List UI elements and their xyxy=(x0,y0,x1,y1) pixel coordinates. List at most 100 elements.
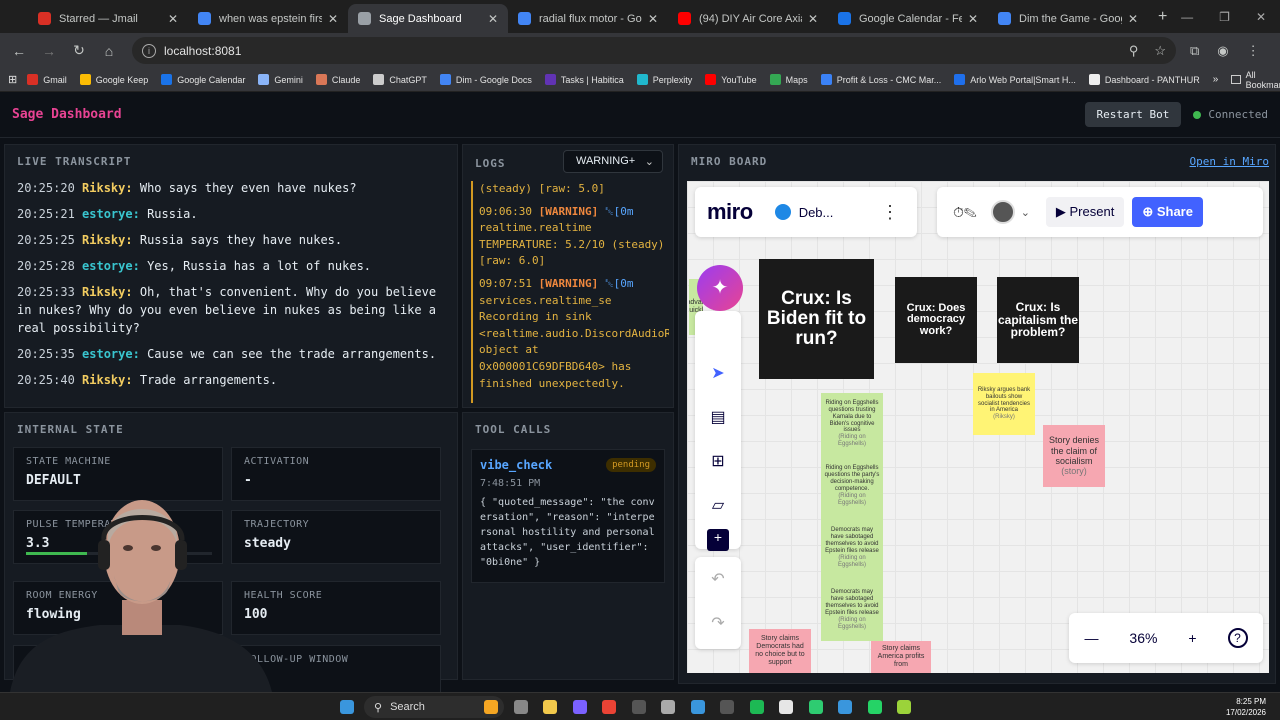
sticky-note[interactable]: Democrats may have sabotaged themselves … xyxy=(821,579,883,641)
close-tab-icon[interactable]: ✕ xyxy=(648,12,658,26)
help-icon[interactable]: ? xyxy=(1227,628,1248,648)
frame-icon[interactable]: ⊞ xyxy=(707,451,729,473)
sticky-note[interactable]: Riding on Eggshells questions trusting K… xyxy=(821,393,883,455)
templates-icon[interactable]: ▤ xyxy=(707,407,729,429)
bookmark-star-icon[interactable]: ☆ xyxy=(1154,43,1166,59)
teams-icon[interactable] xyxy=(572,700,587,714)
bookmark-item[interactable]: Dim - Google Docs xyxy=(439,74,532,85)
start-icon[interactable] xyxy=(340,700,354,714)
browser-tab[interactable]: Google Calendar - Februar ✕ xyxy=(828,4,988,33)
sticky-note[interactable]: Story denies the claim of socialism (stor… xyxy=(1043,425,1105,487)
chevron-down-icon[interactable]: ⌄ xyxy=(1021,206,1030,219)
restart-bot-button[interactable]: Restart Bot xyxy=(1084,102,1182,127)
sticky-note[interactable]: Riksky argues bank bailouts show sociali… xyxy=(973,373,1035,435)
app-icon[interactable] xyxy=(484,700,498,714)
sticky-note[interactable]: Democrats may have sabotaged themselves … xyxy=(821,517,883,579)
transcript-time: 20:25:20 xyxy=(17,181,75,195)
bookmark-item[interactable]: Dashboard - PANTHUR xyxy=(1088,74,1200,85)
bookmark-item[interactable]: Perplexity xyxy=(636,74,692,85)
new-tab-button[interactable]: + xyxy=(1148,8,1177,26)
minimize-icon[interactable]: — xyxy=(1181,10,1193,24)
bookmark-item[interactable]: ChatGPT xyxy=(373,74,427,85)
browser-tab[interactable]: (94) DIY Air Core Axial Flux ✕ xyxy=(668,4,828,33)
profile-icon[interactable]: ◉ xyxy=(1217,43,1228,59)
transcript-line: 20:25:25 Riksky: Russia says they have n… xyxy=(17,231,443,249)
bookmark-item[interactable]: YouTube xyxy=(705,74,757,85)
miro-frame[interactable]: Crux: Is capitalism the problem? xyxy=(997,277,1079,363)
bookmark-item[interactable]: Maps xyxy=(769,74,808,85)
taskbar-search[interactable]: ⚲ Search xyxy=(364,696,504,718)
app-icon[interactable] xyxy=(838,700,852,714)
reload-icon[interactable]: ↻ xyxy=(64,42,94,59)
browser-tab[interactable]: Sage Dashboard ✕ xyxy=(348,4,508,33)
extensions-icon[interactable]: ⧉ xyxy=(1190,43,1199,59)
miro-frame[interactable]: Crux: Is Biden fit to run? xyxy=(759,259,874,379)
zoom-out-icon[interactable]: — xyxy=(1084,630,1098,646)
close-tab-icon[interactable]: ✕ xyxy=(968,12,978,26)
site-info-icon[interactable]: i xyxy=(142,43,156,58)
bookmark-item[interactable]: Gmail xyxy=(27,74,67,85)
whatsapp-icon[interactable] xyxy=(867,700,882,714)
ai-sparkle-icon[interactable]: ✦ xyxy=(697,265,743,311)
app-icon[interactable] xyxy=(897,700,911,714)
zoom-in-icon[interactable]: + xyxy=(1188,630,1196,646)
steam-icon[interactable] xyxy=(631,700,646,714)
app-icon[interactable] xyxy=(808,700,823,714)
miro-canvas[interactable]: miro Deb... ⋮ ⏱✎ ⌄ ▶ Present ⊕ Share Cru… xyxy=(687,181,1269,673)
bookmark-item[interactable]: Arlo Web Portal|Smart H... xyxy=(954,74,1076,85)
chrome-icon[interactable] xyxy=(602,700,616,714)
select-cursor-icon[interactable]: ➤ xyxy=(707,363,729,385)
bookmark-item[interactable]: Claude xyxy=(315,74,360,85)
menu-icon[interactable]: ⋮ xyxy=(1247,43,1260,59)
maximize-icon[interactable]: ❐ xyxy=(1219,10,1230,24)
taskbar-clock[interactable]: 8:25 PM 17/02/2026 xyxy=(1226,696,1266,718)
app-icon[interactable] xyxy=(779,700,793,714)
add-icon[interactable]: + xyxy=(707,529,729,551)
open-in-miro-link[interactable]: Open in Miro xyxy=(1190,155,1269,168)
bookmark-item[interactable]: Profit & Loss - CMC Mar... xyxy=(820,74,941,85)
log-level-select[interactable]: WARNING+ ⌄ xyxy=(563,150,663,173)
terminal-icon[interactable] xyxy=(720,700,734,714)
bookmark-item[interactable]: Tasks | Habitica xyxy=(544,74,624,85)
avatar[interactable] xyxy=(990,200,1015,224)
browser-tab[interactable]: Starred — Jmail ✕ xyxy=(28,4,188,33)
browser-tab[interactable]: radial flux motor - Google ✕ xyxy=(508,4,668,33)
sticky-note[interactable]: Riding on Eggshells questions the party'… xyxy=(821,455,883,517)
share-button[interactable]: ⊕ Share xyxy=(1132,197,1203,227)
redo-icon[interactable]: ↷ xyxy=(707,613,729,635)
close-tab-icon[interactable]: ✕ xyxy=(1128,12,1138,26)
sticky-note[interactable]: Story claims America profits from xyxy=(871,641,931,673)
sticky-note-icon[interactable]: ▱ xyxy=(707,495,729,517)
back-icon[interactable]: ← xyxy=(4,43,34,59)
home-icon[interactable]: ⌂ xyxy=(94,43,124,59)
bookmark-item[interactable]: Google Keep xyxy=(79,74,148,85)
app-icon[interactable] xyxy=(661,700,675,714)
board-name[interactable]: Deb... xyxy=(774,204,833,220)
app-icon[interactable] xyxy=(749,700,764,714)
present-button[interactable]: ▶ Present xyxy=(1045,197,1125,227)
more-icon[interactable]: ⋮ xyxy=(881,202,899,223)
bookmark-item[interactable]: Google Calendar xyxy=(161,74,245,85)
zoom-icon[interactable]: ⚲ xyxy=(1129,43,1139,59)
bookmark-item[interactable]: Gemini xyxy=(258,74,303,85)
task-view-icon[interactable] xyxy=(513,700,528,714)
apps-icon[interactable]: ⊞ xyxy=(8,73,17,86)
app-icon[interactable] xyxy=(690,700,705,714)
close-tab-icon[interactable]: ✕ xyxy=(168,12,178,26)
sticky-note[interactable]: Story claims Democrats had no choice but… xyxy=(749,629,811,673)
all-bookmarks-button[interactable]: All Bookmarks xyxy=(1231,70,1280,90)
reactions-icon[interactable]: ⏱✎ xyxy=(953,204,977,221)
close-tab-icon[interactable]: ✕ xyxy=(488,12,498,26)
browser-tab[interactable]: when was epstein first char ✕ xyxy=(188,4,348,33)
file-explorer-icon[interactable] xyxy=(543,700,557,714)
undo-icon[interactable]: ↶ xyxy=(707,569,729,591)
browser-tab[interactable]: Dim the Game - Google Do ✕ xyxy=(988,4,1148,33)
close-window-icon[interactable]: ✕ xyxy=(1256,10,1266,24)
address-bar[interactable]: i localhost:8081 ⚲ ☆ xyxy=(132,37,1176,64)
bookmarks-overflow-icon[interactable]: » xyxy=(1213,74,1219,85)
close-tab-icon[interactable]: ✕ xyxy=(328,12,338,26)
close-tab-icon[interactable]: ✕ xyxy=(808,12,818,26)
forward-icon[interactable]: → xyxy=(34,43,64,59)
miro-frame[interactable]: Crux: Does democracy work? xyxy=(895,277,977,363)
tool-call-card[interactable]: vibe_check pending 7:48:51 PM { "quoted_… xyxy=(471,449,665,583)
